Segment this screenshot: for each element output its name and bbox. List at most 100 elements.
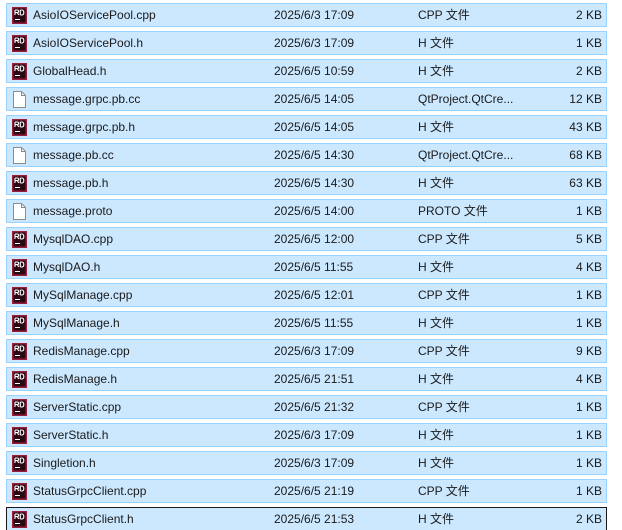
file-size: 43 KB — [569, 120, 602, 134]
rd-file-icon — [12, 399, 27, 416]
file-row[interactable]: Singletion.h 2025/6/3 17:09 H 文件 1 KB — [6, 451, 607, 475]
file-row[interactable]: RedisManage.cpp 2025/6/3 17:09 CPP 文件 9 … — [6, 339, 607, 363]
file-name: Singletion.h — [33, 456, 96, 470]
file-row[interactable]: AsioIOServicePool.cpp 2025/6/3 17:09 CPP… — [6, 3, 607, 27]
file-type: H 文件 — [418, 36, 455, 50]
file-date-modified: 2025/6/3 17:09 — [274, 456, 355, 470]
file-size: 4 KB — [575, 372, 602, 386]
file-name: RedisManage.cpp — [33, 344, 130, 358]
file-type: H 文件 — [418, 428, 455, 442]
file-name: message.pb.h — [33, 176, 109, 190]
file-name: message.grpc.pb.cc — [33, 92, 141, 106]
file-row[interactable]: AsioIOServicePool.h 2025/6/3 17:09 H 文件 … — [6, 31, 607, 55]
file-type: CPP 文件 — [418, 484, 470, 498]
rd-file-icon — [12, 315, 27, 332]
file-row[interactable]: StatusGrpcClient.cpp 2025/6/5 21:19 CPP … — [6, 479, 607, 503]
file-date-modified: 2025/6/5 12:00 — [274, 232, 355, 246]
rd-file-icon — [12, 7, 27, 24]
rd-file-icon — [12, 35, 27, 52]
file-row[interactable]: message.pb.cc 2025/6/5 14:30 QtProject.Q… — [6, 143, 607, 167]
file-row[interactable]: message.grpc.pb.h 2025/6/5 14:05 H 文件 43… — [6, 115, 607, 139]
file-date-modified: 2025/6/5 14:05 — [274, 120, 355, 134]
file-row[interactable]: ServerStatic.h 2025/6/3 17:09 H 文件 1 KB — [6, 423, 607, 447]
file-size: 1 KB — [575, 204, 602, 218]
file-size: 12 KB — [569, 92, 602, 106]
file-date-modified: 2025/6/3 17:09 — [274, 344, 355, 358]
file-size: 68 KB — [569, 148, 602, 162]
file-name: MySqlManage.cpp — [33, 288, 133, 302]
file-size: 1 KB — [575, 456, 602, 470]
file-type: H 文件 — [418, 120, 455, 134]
file-name: ServerStatic.cpp — [33, 400, 122, 414]
rd-file-icon — [12, 175, 27, 192]
rd-file-icon — [12, 259, 27, 276]
file-row[interactable]: ServerStatic.cpp 2025/6/5 21:32 CPP 文件 1… — [6, 395, 607, 419]
file-date-modified: 2025/6/5 14:05 — [274, 92, 355, 106]
file-type: H 文件 — [418, 456, 455, 470]
file-type: CPP 文件 — [418, 344, 470, 358]
file-type: CPP 文件 — [418, 232, 470, 246]
file-row[interactable]: message.proto 2025/6/5 14:00 PROTO 文件 1 … — [6, 199, 607, 223]
file-type: QtProject.QtCre... — [418, 92, 514, 106]
file-name: AsioIOServicePool.h — [33, 36, 144, 50]
file-name: message.pb.cc — [33, 148, 114, 162]
rd-file-icon — [12, 119, 27, 136]
rd-file-icon — [12, 511, 27, 528]
file-row[interactable]: message.pb.h 2025/6/5 14:30 H 文件 63 KB — [6, 171, 607, 195]
file-name: AsioIOServicePool.cpp — [33, 8, 156, 22]
file-date-modified: 2025/6/5 21:53 — [274, 512, 355, 526]
file-list: AsioIOServicePool.cpp 2025/6/3 17:09 CPP… — [0, 0, 622, 530]
file-row[interactable]: RedisManage.h 2025/6/5 21:51 H 文件 4 KB — [6, 367, 607, 391]
file-type: CPP 文件 — [418, 288, 470, 302]
file-date-modified: 2025/6/5 10:59 — [274, 64, 355, 78]
file-row[interactable]: GlobalHead.h 2025/6/5 10:59 H 文件 2 KB — [6, 59, 607, 83]
file-size: 1 KB — [575, 316, 602, 330]
file-size: 2 KB — [575, 64, 602, 78]
file-name: MySqlManage.h — [33, 316, 120, 330]
file-name: RedisManage.h — [33, 372, 118, 386]
file-name: StatusGrpcClient.h — [33, 512, 134, 526]
blank-file-icon — [12, 147, 27, 164]
rd-file-icon — [12, 427, 27, 444]
file-date-modified: 2025/6/5 21:51 — [274, 372, 355, 386]
file-size: 9 KB — [575, 344, 602, 358]
file-date-modified: 2025/6/5 21:19 — [274, 484, 355, 498]
file-row[interactable]: MysqlDAO.cpp 2025/6/5 12:00 CPP 文件 5 KB — [6, 227, 607, 251]
file-row[interactable]: MySqlManage.h 2025/6/5 11:55 H 文件 1 KB — [6, 311, 607, 335]
file-size: 1 KB — [575, 36, 602, 50]
file-date-modified: 2025/6/5 14:00 — [274, 204, 355, 218]
blank-file-icon — [12, 91, 27, 108]
file-size: 2 KB — [575, 512, 602, 526]
rd-file-icon — [12, 287, 27, 304]
file-size: 1 KB — [575, 484, 602, 498]
file-size: 2 KB — [575, 8, 602, 22]
file-name: StatusGrpcClient.cpp — [33, 484, 147, 498]
file-name: message.proto — [33, 204, 113, 218]
file-size: 5 KB — [575, 232, 602, 246]
file-date-modified: 2025/6/5 11:55 — [274, 260, 354, 274]
file-type: PROTO 文件 — [418, 204, 488, 218]
rd-file-icon — [12, 371, 27, 388]
file-row[interactable]: message.grpc.pb.cc 2025/6/5 14:05 QtProj… — [6, 87, 607, 111]
file-type: H 文件 — [418, 512, 455, 526]
file-size: 1 KB — [575, 288, 602, 302]
file-type: QtProject.QtCre... — [418, 148, 514, 162]
file-size: 1 KB — [575, 428, 602, 442]
file-date-modified: 2025/6/5 21:32 — [274, 400, 355, 414]
file-name: MysqlDAO.h — [33, 260, 101, 274]
file-type: H 文件 — [418, 316, 455, 330]
file-type: H 文件 — [418, 176, 455, 190]
file-date-modified: 2025/6/3 17:09 — [274, 428, 355, 442]
file-name: message.grpc.pb.h — [33, 120, 136, 134]
file-date-modified: 2025/6/5 11:55 — [274, 316, 354, 330]
file-type: H 文件 — [418, 372, 455, 386]
file-type: CPP 文件 — [418, 8, 470, 22]
file-date-modified: 2025/6/3 17:09 — [274, 36, 355, 50]
file-row[interactable]: StatusGrpcClient.h 2025/6/5 21:53 H 文件 2… — [6, 507, 607, 530]
file-row[interactable]: MysqlDAO.h 2025/6/5 11:55 H 文件 4 KB — [6, 255, 607, 279]
file-type: H 文件 — [418, 64, 455, 78]
file-date-modified: 2025/6/5 12:01 — [274, 288, 355, 302]
blank-file-icon — [12, 203, 27, 220]
file-row[interactable]: MySqlManage.cpp 2025/6/5 12:01 CPP 文件 1 … — [6, 283, 607, 307]
file-size: 63 KB — [569, 176, 602, 190]
